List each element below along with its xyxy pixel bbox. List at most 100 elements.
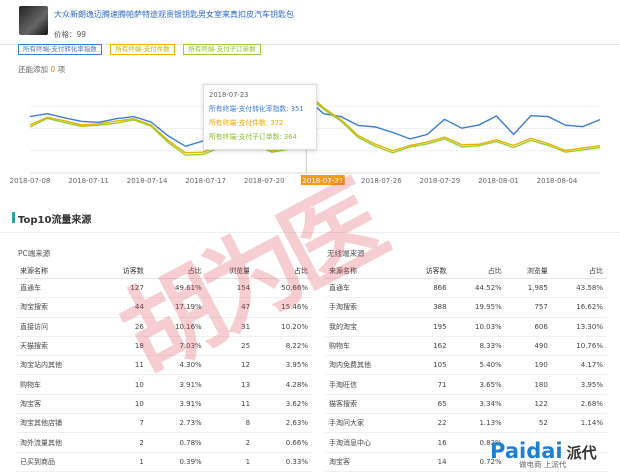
mobile-cell: 3.95% <box>551 374 607 395</box>
mobile-header-2: 占比 <box>450 264 506 279</box>
legend-item-suborders[interactable]: 所有终端-支付子订单数 <box>183 44 261 55</box>
mobile-cell: 10.76% <box>551 336 607 357</box>
mobile-cell: 180 <box>505 374 552 395</box>
pc-cell: 0.66% <box>254 432 312 453</box>
mobile-cell: 手淘消息中心 <box>325 432 405 453</box>
mobile-header-4: 占比 <box>551 264 607 279</box>
mobile-cell: 190 <box>505 355 552 376</box>
x-tick-label: 2018-07-26 <box>361 177 402 185</box>
pc-cell: 3.95% <box>254 355 312 376</box>
pc-cell: 11 <box>205 394 255 415</box>
table-row: 我的淘宝 195 10.03% 606 13.30% <box>325 317 607 337</box>
table-row: 手淘问大家 22 1.13% 52 1.14% <box>325 413 607 434</box>
mobile-cell: 43.58% <box>551 278 607 299</box>
pc-cell: 已买到商品 <box>16 452 100 472</box>
table-row: 手淘旺信 71 3.65% 180 3.95% <box>325 374 607 395</box>
mobile-cell: 我的淘宝 <box>325 317 405 337</box>
mobile-cell: 猫客搜索 <box>325 394 405 415</box>
pc-cell: 2.63% <box>254 413 312 434</box>
pc-cell: 7 <box>99 413 148 434</box>
product-price: 价格：99 <box>54 30 87 39</box>
pc-cell: 13 <box>205 374 255 395</box>
chart-tooltip: 2018-07-23 所有终端-支付转化率指数: 351 所有终端-支付件数: … <box>203 84 317 150</box>
mobile-cell: 8.33% <box>450 336 506 357</box>
tooltip-date: 2018-07-23 <box>209 91 249 99</box>
pc-cell: 天猫搜索 <box>16 336 100 357</box>
mobile-cell: 10.03% <box>450 317 506 337</box>
pc-cell: 1 <box>205 452 255 472</box>
pc-header-0: 来源名称 <box>16 264 100 279</box>
pc-cell: 4.28% <box>254 374 312 395</box>
mobile-header-3: 浏览量 <box>505 264 552 279</box>
mobile-cell: 490 <box>505 336 552 357</box>
mobile-header-1: 访客数 <box>404 264 451 279</box>
product-thumbnail[interactable] <box>19 6 48 35</box>
mobile-cell: 122 <box>505 394 552 415</box>
mobile-cell: 195 <box>404 317 451 337</box>
pc-cell: 淘宝客 <box>16 394 100 415</box>
mobile-cell: 388 <box>404 297 451 318</box>
pc-cell: 10 <box>99 374 148 395</box>
legend-item-pieces[interactable]: 所有终端-支付件数 <box>110 44 175 55</box>
table-row: 淘外流量其他 2 0.78% 2 0.66% <box>16 432 312 453</box>
x-tick-label: 2018-07-08 <box>10 177 51 185</box>
tooltip-row-pieces: 所有终端-支付件数: 372 <box>209 119 284 127</box>
mobile-cell: 手淘旺信 <box>325 374 405 395</box>
mobile-cell: 1.14% <box>551 413 607 434</box>
pc-cell: 0.33% <box>254 452 312 472</box>
mobile-cell: 手淘问大家 <box>325 413 405 434</box>
mobile-cell: 3.65% <box>450 374 506 395</box>
x-tick-label: 2018-07-14 <box>127 177 168 185</box>
mobile-cell: 162 <box>404 336 451 357</box>
mobile-cell: 16.62% <box>551 297 607 318</box>
pc-cell: 购物车 <box>16 374 100 395</box>
product-title-link[interactable]: 大众新朗逸迈腾速腾帕萨特途观贵银钥匙男女室来真扣皮汽车钥匙包 <box>54 9 294 20</box>
mobile-cell: 购物车 <box>325 336 405 357</box>
pc-cell: 淘宝站内其他 <box>16 355 100 376</box>
mobile-cell: 757 <box>505 297 552 318</box>
mobile-cell: 1,985 <box>505 278 552 299</box>
table-row: 购物车 162 8.33% 490 10.76% <box>325 336 607 357</box>
pc-cell: 8 <box>205 413 255 434</box>
mobile-cell: 606 <box>505 317 552 337</box>
tooltip-row-conversion: 所有终端-支付转化率指数: 351 <box>209 105 304 113</box>
x-tick-label: 2018-07-29 <box>420 177 461 185</box>
x-tick-label: 2018-08-01 <box>478 177 519 185</box>
table-row: 已买到商品 1 0.39% 1 0.33% <box>16 452 312 472</box>
table-row: 猫客搜索 65 3.34% 122 2.68% <box>325 394 607 415</box>
pc-cell: 直通车 <box>16 278 100 299</box>
mobile-cell: 4.17% <box>551 355 607 376</box>
mobile-cell: 3.34% <box>450 394 506 415</box>
table-row: 手淘搜索 388 19.95% 757 16.62% <box>325 297 607 318</box>
mobile-cell: 淘内免费其他 <box>325 355 405 376</box>
mobile-cell: 71 <box>404 374 451 395</box>
mobile-cell: 淘宝客 <box>325 452 405 472</box>
mobile-cell: 866 <box>404 278 451 299</box>
pc-cell: 淘宝其他店铺 <box>16 413 100 434</box>
pc-cell: 1 <box>99 452 148 472</box>
pc-cell: 淘宝搜索 <box>16 297 100 318</box>
mobile-cell: 16 <box>404 432 451 453</box>
pc-cell: 0.39% <box>147 452 206 472</box>
pc-cell: 3.91% <box>147 394 206 415</box>
pc-cell: 0.78% <box>147 432 206 453</box>
pc-cell: 直接访问 <box>16 317 100 337</box>
table-row: 淘内免费其他 105 5.40% 190 4.17% <box>325 355 607 376</box>
pc-cell: 2 <box>99 432 148 453</box>
paidai-slogan: 做电商 上派代 <box>519 460 567 469</box>
pc-cell: 3.62% <box>254 394 312 415</box>
mobile-cell: 105 <box>404 355 451 376</box>
mobile-cell: 2.68% <box>551 394 607 415</box>
mobile-cell: 65 <box>404 394 451 415</box>
legend-item-conversion[interactable]: 所有终端-支付转化率指数 <box>18 44 102 55</box>
mobile-cell: 5.40% <box>450 355 506 376</box>
add-metric-hint: 还能添加 0 项 <box>18 65 66 74</box>
pc-cell: 10 <box>99 394 148 415</box>
tooltip-row-suborders: 所有终端-支付子订单数: 364 <box>209 133 297 141</box>
pc-cell: 淘外流量其他 <box>16 432 100 453</box>
product-header: 大众新朗逸迈腾速腾帕萨特途观贵银钥匙男女室来真扣皮汽车钥匙包 价格：99 <box>0 0 620 45</box>
table-row: 淘宝其他店铺 7 2.73% 8 2.63% <box>16 413 312 434</box>
pc-cell: 2 <box>205 432 255 453</box>
mobile-cell: 19.95% <box>450 297 506 318</box>
pc-source-title: PC端来源 <box>18 249 51 258</box>
